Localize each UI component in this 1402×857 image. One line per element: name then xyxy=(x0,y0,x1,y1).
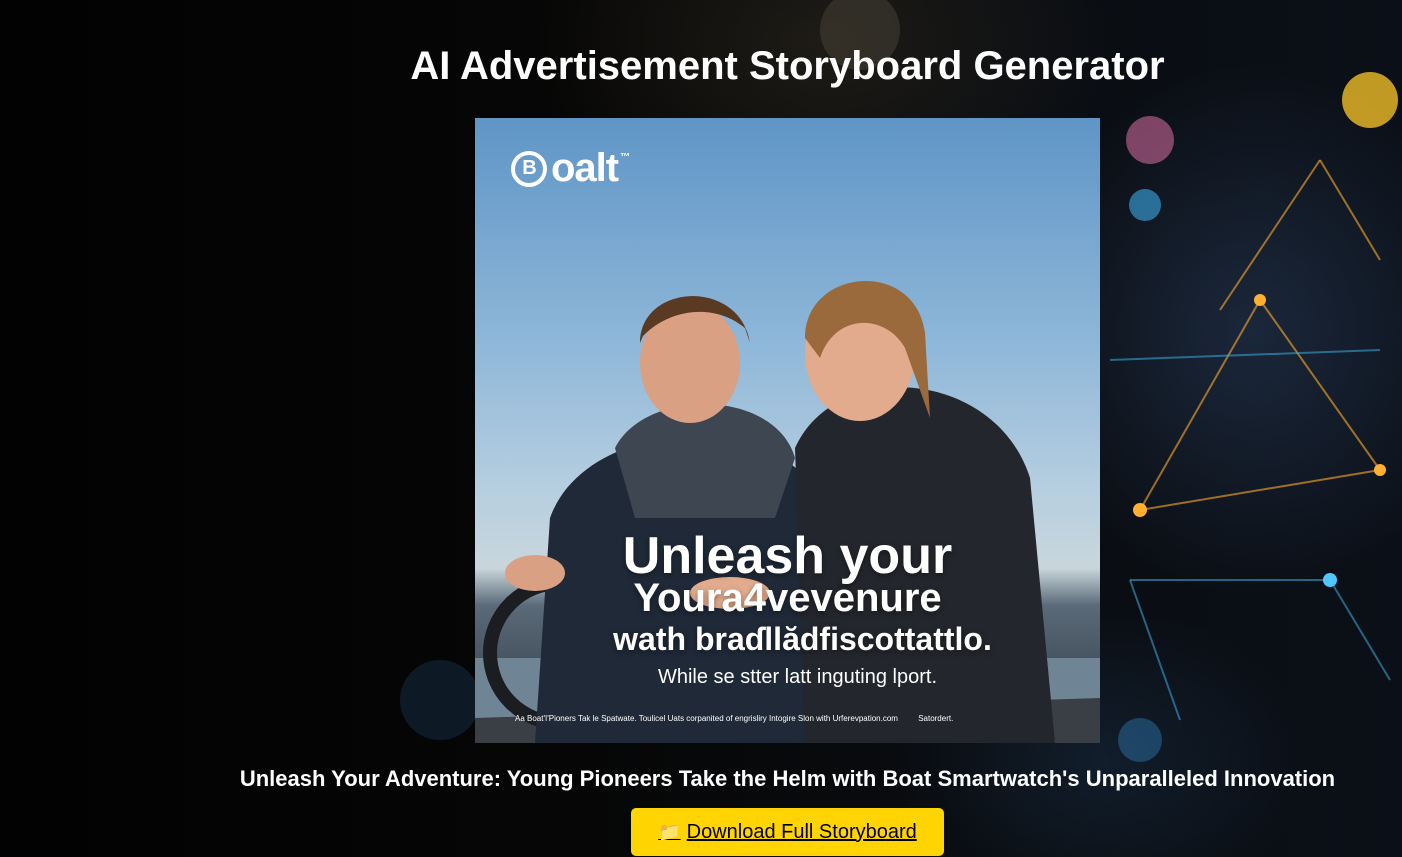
download-storyboard-button[interactable]: 📁 Download Full Storyboard xyxy=(631,808,944,856)
brand-logo: B oalt ™ xyxy=(511,146,630,191)
storyboard-image: B oalt ™ Unleash your Youra4vevenure wat… xyxy=(475,118,1100,743)
poster-headline-line3: wath braɗllădfiscottattlo. xyxy=(613,621,992,657)
download-button-label: Download Full Storyboard xyxy=(686,820,917,843)
poster-fineprint: Aa Boat'I'Pioners Tak le Spatwate. Touli… xyxy=(515,714,1075,723)
poster-fineprint-left: Aa Boat'I'Pioners Tak le Spatwate. Touli… xyxy=(515,714,898,723)
trademark-mark: ™ xyxy=(620,152,630,163)
poster-fineprint-right: Satordert. xyxy=(918,714,954,723)
poster-subline: While se stter latt inguting lport. xyxy=(657,666,937,688)
brand-logo-icon: B xyxy=(511,150,547,187)
storyboard-caption: Unleash Your Adventure: Young Pioneers T… xyxy=(239,766,1336,791)
page-title: AI Advertisement Storyboard Generator xyxy=(410,44,1165,88)
poster-headline-line2: Youra4vevenure xyxy=(633,576,942,620)
brand-name: oalt xyxy=(551,146,619,190)
folder-icon: 📁 xyxy=(658,821,681,842)
